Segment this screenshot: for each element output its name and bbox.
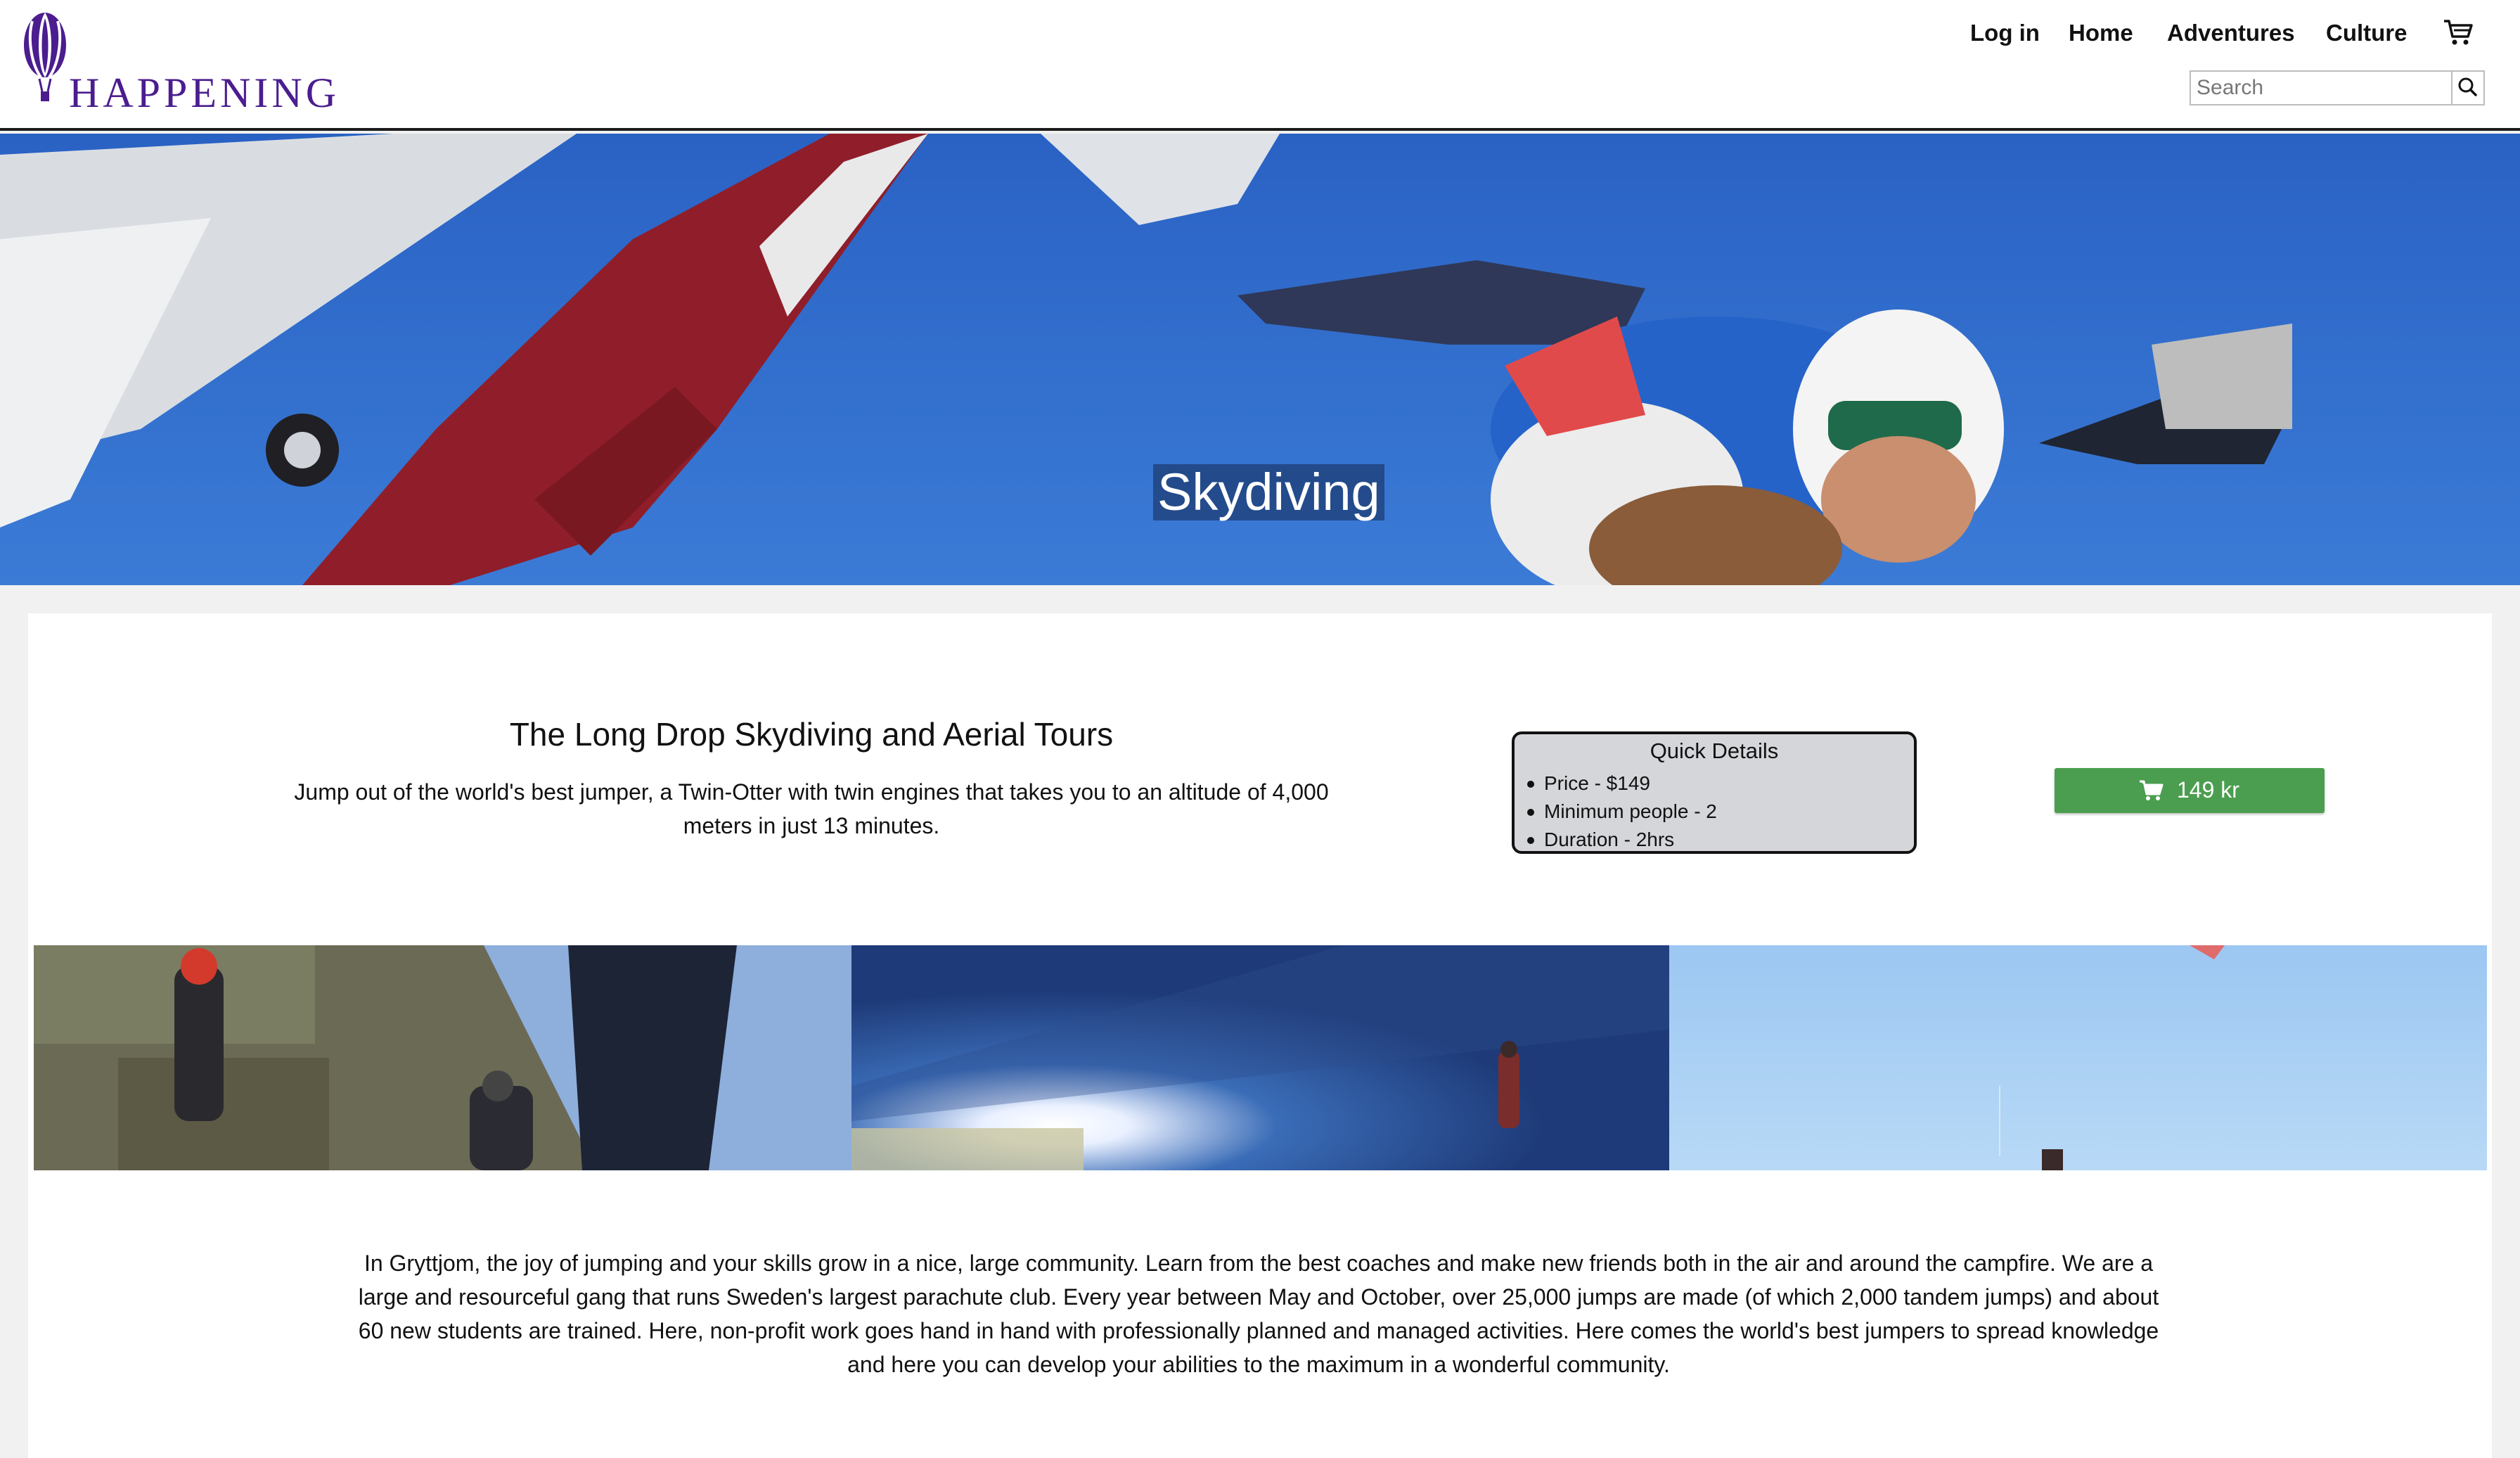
search-bar xyxy=(2190,70,2485,105)
brand-logo[interactable]: HAPPENING xyxy=(22,11,336,114)
nav-login[interactable]: Log in xyxy=(1970,20,2040,46)
nav-home[interactable]: Home xyxy=(2069,20,2133,46)
photo-gallery xyxy=(34,945,2487,1170)
cart-button[interactable] xyxy=(2443,18,2474,46)
tour-card: The Long Drop Skydiving and Aerial Tours… xyxy=(28,613,2492,1458)
quick-details-list: Price - $149 Minimum people - 2 Duration… xyxy=(1527,769,1717,854)
gallery-photo-formation xyxy=(34,945,851,1170)
brand-name: HAPPENING xyxy=(69,70,340,116)
add-to-cart-label: 149 kr xyxy=(2177,777,2239,802)
gallery-photo-canopy xyxy=(1669,945,2487,1170)
hot-air-balloon-icon xyxy=(24,13,66,101)
search-input[interactable] xyxy=(2191,72,2451,104)
tour-body-text: In Gryttjom, the joy of jumping and your… xyxy=(358,1251,2159,1377)
tour-title: The Long Drop Skydiving and Aerial Tours xyxy=(509,716,1114,753)
nav-culture[interactable]: Culture xyxy=(2326,20,2408,46)
gallery-photo-sun xyxy=(851,945,1669,1170)
search-button[interactable] xyxy=(2451,72,2483,104)
quick-details-item: Duration - 2hrs xyxy=(1527,826,1717,854)
nav-adventures[interactable]: Adventures xyxy=(2167,20,2295,46)
cart-icon xyxy=(2140,780,2164,800)
add-to-cart-button[interactable]: 149 kr xyxy=(2055,768,2325,813)
search-icon xyxy=(2458,77,2477,96)
quick-details-box: Quick Details Price - $149 Minimum peopl… xyxy=(1512,731,1917,854)
tour-description: Jump out of the world's best jumper, a T… xyxy=(294,779,1329,838)
hero-title: Skydiving xyxy=(1153,464,1384,520)
hero-banner: Skydiving xyxy=(0,134,2520,585)
cart-icon xyxy=(2444,20,2473,45)
quick-details-item: Minimum people - 2 xyxy=(1527,798,1717,826)
site-header: HAPPENING Log in Home Adventures Culture xyxy=(0,0,2520,131)
quick-details-title: Quick Details xyxy=(1650,738,1779,763)
quick-details-item: Price - $149 xyxy=(1527,769,1717,798)
